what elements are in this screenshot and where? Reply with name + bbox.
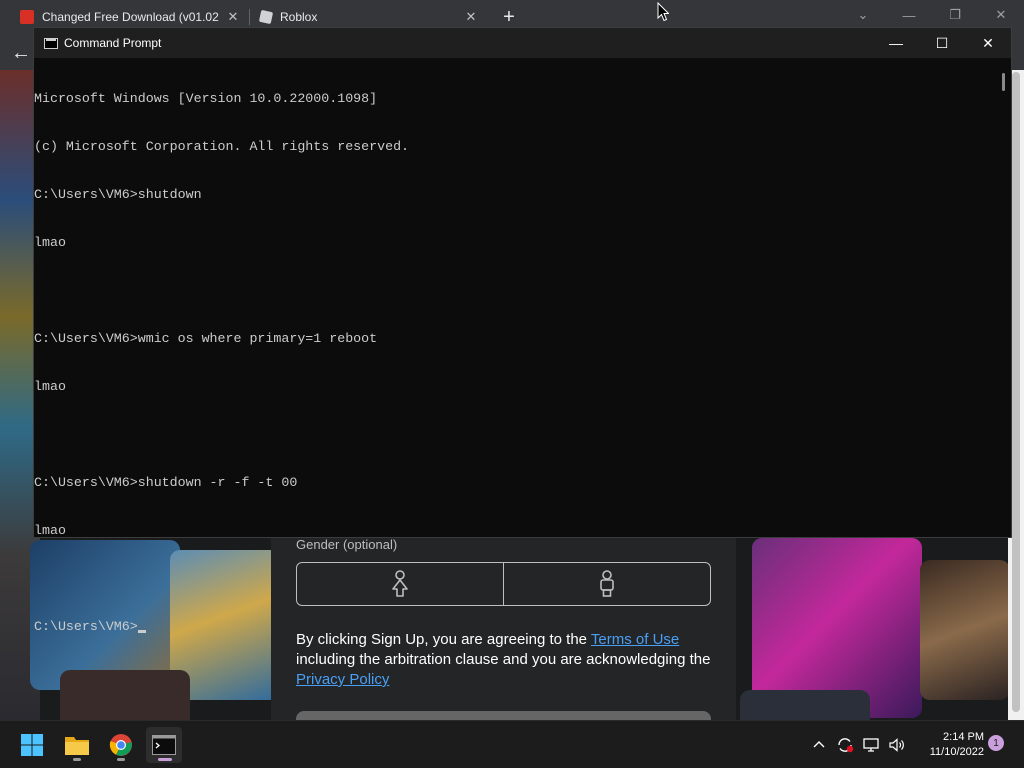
cmd-icon xyxy=(44,37,58,49)
running-indicator xyxy=(73,758,81,761)
scrollbar-thumb[interactable] xyxy=(1012,72,1020,712)
prompt-text: C:\Users\VM6> xyxy=(34,619,138,634)
cmd-scrollbar[interactable] xyxy=(997,58,1011,536)
close-button[interactable]: ✕ xyxy=(978,0,1024,30)
chevron-up-icon[interactable] xyxy=(812,738,826,752)
taskbar: 2:14 PM 11/10/2022 xyxy=(0,720,1024,768)
window-title: Command Prompt xyxy=(64,36,162,50)
volume-icon[interactable] xyxy=(888,737,906,753)
tab-title: Changed Free Download (v01.02 xyxy=(42,10,219,24)
start-button[interactable] xyxy=(14,727,50,763)
cmd-title-bar[interactable]: Command Prompt — ☐ ✕ xyxy=(34,28,1011,58)
folder-icon xyxy=(65,737,89,755)
console-line: C:\Users\VM6>shutdown -r -f -t 00 xyxy=(34,475,298,490)
console-line: lmao xyxy=(34,523,66,538)
tab-roblox[interactable]: Roblox ✕ xyxy=(258,6,480,28)
console-line: lmao xyxy=(34,235,66,250)
sync-icon[interactable] xyxy=(836,736,854,754)
tab-changed-download[interactable]: Changed Free Download (v01.02 ✕ xyxy=(20,6,242,28)
tab-title: Roblox xyxy=(280,10,318,24)
windows-logo-icon xyxy=(21,734,43,756)
privacy-policy-link[interactable]: Privacy Policy xyxy=(296,671,389,688)
new-tab-button[interactable]: + xyxy=(498,5,520,29)
notification-badge[interactable]: 1 xyxy=(988,735,1004,751)
running-indicator xyxy=(117,758,125,761)
close-tab-icon[interactable]: ✕ xyxy=(462,6,480,28)
time-text: 2:14 PM xyxy=(943,731,984,743)
command-prompt-taskbar-button[interactable] xyxy=(146,727,182,763)
browser-window-controls: ⌄ — ❐ ✕ xyxy=(840,0,1024,30)
text-cursor xyxy=(137,630,146,633)
maximize-button[interactable]: ☐ xyxy=(919,28,965,58)
date-text: 11/10/2022 xyxy=(929,746,984,758)
prompt-line: C:\Users\VM6> xyxy=(34,619,999,635)
roblox-favicon-icon xyxy=(258,9,274,25)
tab-search-icon[interactable]: ⌄ xyxy=(840,0,886,30)
tab-divider xyxy=(249,9,250,25)
cmd-window-controls: — ☐ ✕ xyxy=(873,28,1011,58)
console-line: (c) Microsoft Corporation. All rights re… xyxy=(34,139,410,154)
scrollbar-thumb[interactable] xyxy=(1002,73,1005,91)
close-button[interactable]: ✕ xyxy=(965,28,1011,58)
game-thumbnail xyxy=(60,670,190,720)
mouse-pointer-icon xyxy=(657,2,669,22)
console-line: Microsoft Windows [Version 10.0.22000.10… xyxy=(34,91,378,106)
command-prompt-window: Command Prompt — ☐ ✕ Microsoft Windows [… xyxy=(33,27,1012,634)
clock[interactable]: 2:14 PM 11/10/2022 xyxy=(912,730,984,760)
site-favicon-icon xyxy=(20,10,34,24)
minimize-button[interactable]: — xyxy=(873,28,919,58)
close-tab-icon[interactable]: ✕ xyxy=(224,6,242,28)
console-line: C:\Users\VM6>wmic os where primary=1 reb… xyxy=(34,331,378,346)
game-thumbnail xyxy=(740,690,870,720)
terminal-icon xyxy=(152,735,176,755)
file-explorer-button[interactable] xyxy=(59,727,95,763)
system-tray xyxy=(812,721,906,768)
chrome-icon xyxy=(109,734,132,756)
chrome-button[interactable] xyxy=(103,727,139,763)
console-output[interactable]: Microsoft Windows [Version 10.0.22000.10… xyxy=(34,58,999,634)
console-line: C:\Users\VM6>shutdown xyxy=(34,187,202,202)
sign-up-button[interactable] xyxy=(296,711,711,720)
restore-button[interactable]: ❐ xyxy=(932,0,978,30)
console-line: lmao xyxy=(34,379,66,394)
minimize-button[interactable]: — xyxy=(886,0,932,30)
active-indicator xyxy=(158,758,172,761)
back-arrow-icon[interactable]: ← xyxy=(8,40,34,66)
network-icon[interactable] xyxy=(862,737,880,753)
